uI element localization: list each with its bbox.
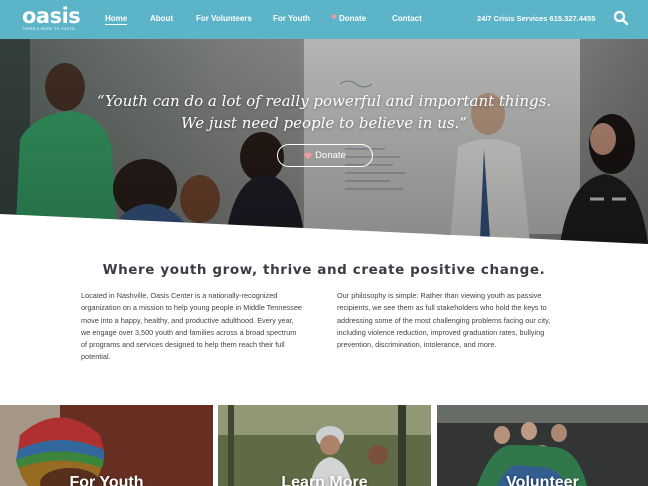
intro-paragraph-right: Our philosophy is simple: Rather than vi…	[337, 291, 551, 350]
intro-paragraph-left: Located in Nashville, Oasis Center is a …	[81, 291, 302, 362]
search-icon[interactable]	[613, 10, 629, 26]
site-header: oasis THERE'S MORE TO YOUTH Home About F…	[0, 0, 648, 39]
card-for-youth[interactable]: For Youth	[0, 405, 213, 486]
card-volunteer[interactable]: Volunteer	[437, 405, 648, 486]
nav-about[interactable]: About	[150, 14, 173, 23]
card-learn-more[interactable]: Learn More	[218, 405, 431, 486]
crisis-line[interactable]: 24/7 Crisis Services 615.327.4455	[477, 14, 595, 23]
oasis-logo[interactable]: oasis THERE'S MORE TO YOUTH	[22, 4, 81, 31]
hero-slant-divider	[0, 214, 648, 250]
hero-donate-button[interactable]: Donate	[277, 144, 373, 167]
hero-quote: “Youth can do a lot of really powerful a…	[96, 92, 552, 132]
heart-icon	[331, 14, 337, 20]
hero-donate-label: Donate	[315, 150, 346, 161]
card-volunteer-label: Volunteer	[506, 474, 579, 486]
card-for-youth-label: For Youth	[69, 474, 144, 486]
nav-for-youth[interactable]: For Youth	[273, 14, 310, 23]
logo-tagline: THERE'S MORE TO YOUTH	[22, 27, 76, 31]
nav-contact[interactable]: Contact	[392, 14, 422, 23]
heart-icon	[304, 152, 312, 159]
card-learn-more-label: Learn More	[281, 474, 368, 486]
nav-donate-label: Donate	[339, 14, 367, 23]
nav-donate[interactable]: Donate	[331, 14, 366, 23]
logo-wordmark: oasis	[22, 4, 81, 28]
nav-for-volunteers[interactable]: For Volunteers	[196, 14, 252, 23]
intro-headline: Where youth grow, thrive and create posi…	[102, 262, 546, 278]
nav-home[interactable]: Home	[105, 14, 128, 25]
